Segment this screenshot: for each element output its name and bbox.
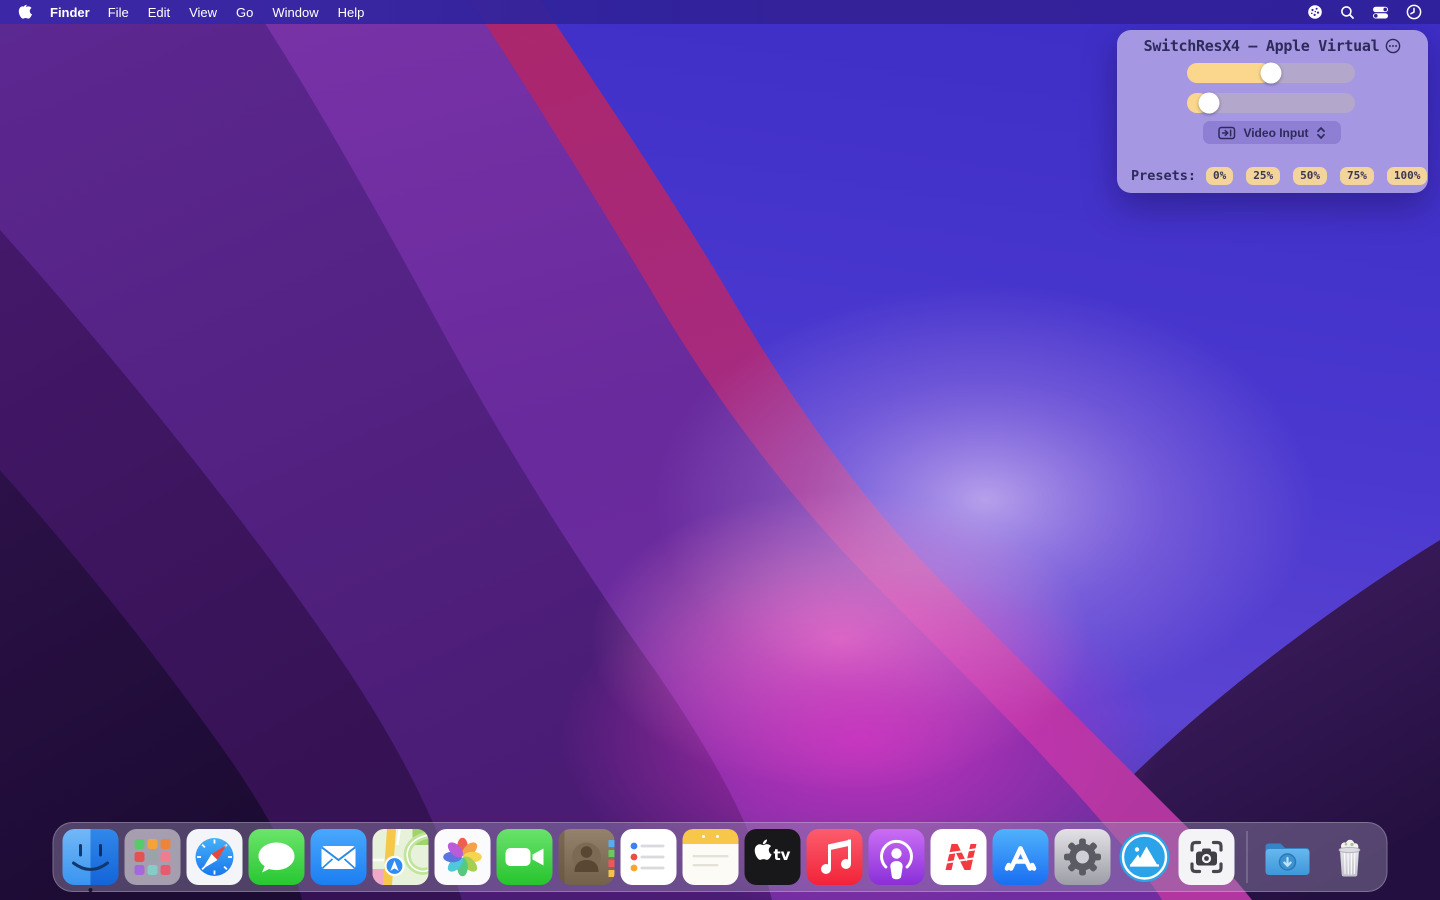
- panel-title: SwitchResX4 – Apple Virtual: [1144, 37, 1380, 55]
- spotlight-search-icon[interactable]: [1340, 5, 1355, 20]
- dock-mail-icon[interactable]: [311, 829, 367, 885]
- menu-help[interactable]: Help: [338, 5, 365, 20]
- preset-75-button[interactable]: 75%: [1340, 167, 1374, 185]
- dock-news-icon[interactable]: [931, 829, 987, 885]
- dock-maps-icon[interactable]: [373, 829, 429, 885]
- dotted-circle-icon[interactable]: [1307, 4, 1323, 20]
- video-input-label: Video Input: [1243, 126, 1308, 140]
- dock: tv: [53, 822, 1388, 892]
- dock-downloads-folder-icon[interactable]: [1260, 829, 1316, 885]
- clock-icon[interactable]: [1406, 4, 1422, 20]
- presets-label: Presets:: [1131, 168, 1196, 184]
- svg-text:tv: tv: [774, 846, 791, 864]
- slider-1-thumb[interactable]: [1261, 63, 1282, 84]
- finder-running-indicator: [89, 888, 93, 892]
- dock-notes-icon[interactable]: [683, 829, 739, 885]
- preset-50-button[interactable]: 50%: [1293, 167, 1327, 185]
- desktop[interactable]: Finder File Edit View Go Window Help: [0, 0, 1440, 900]
- switchresx-panel: SwitchResX4 – Apple Virtual Video: [1117, 30, 1428, 193]
- dock-separator: [1247, 831, 1248, 883]
- ellipsis-circle-icon[interactable]: [1385, 38, 1401, 54]
- panel-title-row: SwitchResX4 – Apple Virtual: [1117, 37, 1428, 55]
- dock-facetime-icon[interactable]: [497, 829, 553, 885]
- dock-mountain-app-icon[interactable]: [1117, 829, 1173, 885]
- dock-messages-icon[interactable]: [249, 829, 305, 885]
- dock-photos-icon[interactable]: [435, 829, 491, 885]
- menu-items: File Edit View Go Window Help: [108, 5, 365, 20]
- menu-view[interactable]: View: [189, 5, 217, 20]
- dock-trash-icon[interactable]: [1322, 829, 1378, 885]
- preset-25-button[interactable]: 25%: [1246, 167, 1280, 185]
- menu-file[interactable]: File: [108, 5, 129, 20]
- slider-1-fill: [1187, 63, 1271, 83]
- dock-music-icon[interactable]: [807, 829, 863, 885]
- dock-launchpad-icon[interactable]: [125, 829, 181, 885]
- video-input-icon: [1218, 126, 1236, 140]
- brightness-slider-1[interactable]: [1187, 63, 1355, 83]
- menu-edit[interactable]: Edit: [148, 5, 170, 20]
- slider-2-thumb[interactable]: [1198, 93, 1219, 114]
- dock-contacts-icon[interactable]: [559, 829, 615, 885]
- video-input-dropdown[interactable]: Video Input: [1203, 121, 1341, 144]
- brightness-slider-2[interactable]: [1187, 93, 1355, 113]
- preset-buttons: 0% 25% 50% 75% 100%: [1206, 167, 1427, 185]
- apple-logo-icon: [18, 4, 33, 21]
- dock-finder-icon[interactable]: [63, 829, 119, 885]
- apple-menu[interactable]: [18, 4, 33, 21]
- menu-go[interactable]: Go: [236, 5, 253, 20]
- status-icons: [1307, 4, 1422, 20]
- menu-bar: Finder File Edit View Go Window Help: [0, 0, 1440, 24]
- preset-100-button[interactable]: 100%: [1387, 167, 1428, 185]
- presets-row: Presets: 0% 25% 50% 75% 100%: [1131, 167, 1427, 185]
- active-app-name[interactable]: Finder: [50, 5, 90, 20]
- dock-screenshot-icon[interactable]: [1179, 829, 1235, 885]
- dock-apple-tv-icon[interactable]: tv: [745, 829, 801, 885]
- dock-reminders-icon[interactable]: [621, 829, 677, 885]
- preset-0-button[interactable]: 0%: [1206, 167, 1233, 185]
- dock-podcasts-icon[interactable]: [869, 829, 925, 885]
- menu-window[interactable]: Window: [272, 5, 318, 20]
- dock-app-store-icon[interactable]: [993, 829, 1049, 885]
- up-down-chevron-icon: [1316, 126, 1326, 140]
- control-center-icon[interactable]: [1372, 5, 1389, 20]
- dock-safari-icon[interactable]: [187, 829, 243, 885]
- dock-system-preferences-icon[interactable]: [1055, 829, 1111, 885]
